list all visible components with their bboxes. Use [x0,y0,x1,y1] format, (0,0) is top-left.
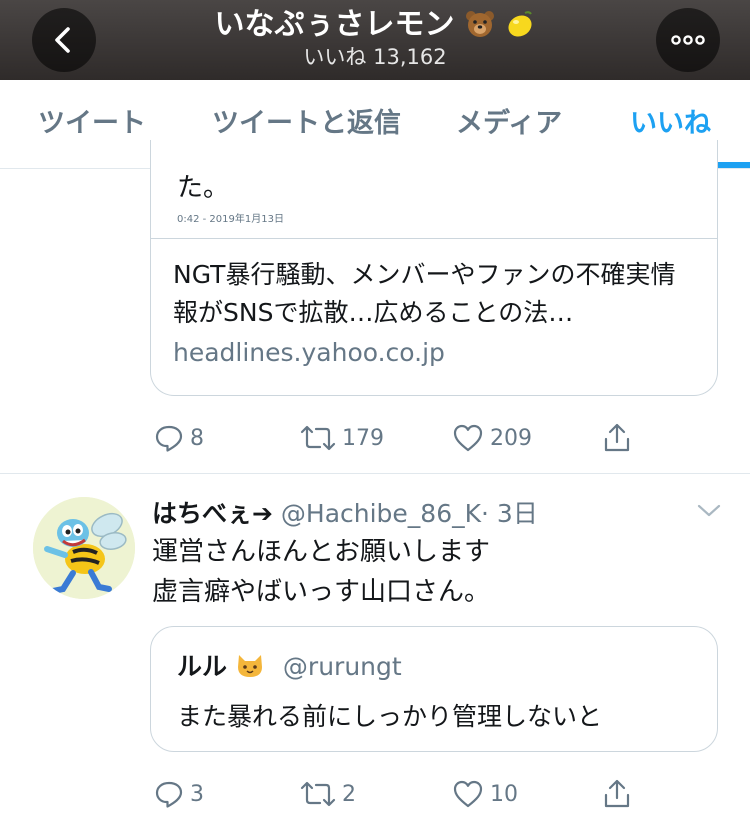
header-title-block: いなぷぅさレモン いいね 13,162 [130,6,620,70]
chevron-left-icon [55,27,70,53]
reply-count: 8 [190,425,204,451]
tab-tweets[interactable]: ツイート [38,80,146,168]
avatar[interactable] [33,497,135,599]
card-divider [151,238,717,239]
share-button[interactable] [602,774,632,814]
quoted-tweet-timestamp: 0:42 - 2019年1月13日 [177,214,284,225]
retweet-button[interactable]: 179 [300,418,384,458]
tweet-text-line: 運営さんほんとお願いします [152,537,491,567]
link-card-title[interactable]: NGT暴行騒動、メンバーやファンの不確実情報がSNSで拡散…広めることの法… [173,256,693,332]
cat-face-emoji [237,655,262,677]
quoted-tweet[interactable]: ルル @rurungt また暴れる前にしっかり管理しないと [150,626,718,752]
back-button[interactable] [32,8,96,72]
heart-icon [453,780,483,808]
display-name[interactable]: はちべぇ➔ [152,499,273,528]
profile-name-text: いなぷぅさレモン [214,7,455,42]
tweet-text: 運営さんほんとお願いします 虚言癖やばいっす山口さん。 [152,532,490,612]
profile-name: いなぷぅさレモン [130,6,620,44]
tweet-time: · 3日 [481,499,538,528]
bee-mascot-avatar-image [33,497,135,599]
like-count: 10 [490,781,518,807]
quoted-tweet-card[interactable]: た。 0:42 - 2019年1月13日 NGT暴行騒動、メンバーやファンの不確… [150,140,718,396]
reply-icon [155,425,183,452]
chevron-down-icon[interactable] [696,500,722,520]
link-card-domain: headlines.yahoo.co.jp [173,338,445,367]
like-button[interactable]: 10 [452,774,518,814]
reply-button[interactable]: 3 [154,774,204,814]
reply-button[interactable]: 8 [154,418,204,458]
bear-face-emoji [466,11,494,37]
retweet-count: 2 [342,781,356,807]
retweet-button[interactable]: 2 [300,774,356,814]
quoted-tweet-text: また暴れる前にしっかり管理しないと [177,702,603,731]
quoted-tweet-header: ルル @rurungt [177,647,402,683]
tweet-actions: 8 179 209 [150,418,650,458]
likes-count: いいね 13,162 [303,45,447,69]
reply-count: 3 [190,781,204,807]
profile-header: いなぷぅさレモン いいね 13,162 [0,0,750,80]
share-icon [604,779,630,808]
tweet-header: はちべぇ➔ @Hachibe_86_K· 3日 [152,494,538,530]
quoted-display-name: ルル [177,652,228,681]
retweet-icon [300,781,336,807]
lemon-emoji [508,11,533,37]
more-button[interactable] [656,8,720,72]
heart-icon [453,424,483,452]
like-count: 209 [490,425,532,451]
more-horizontal-icon [671,35,705,45]
tweet-actions: 3 2 10 [150,774,650,814]
quoted-tweet-text: た。 [177,173,230,203]
quoted-user-handle: @rurungt [282,652,402,681]
share-button[interactable] [602,418,632,458]
retweet-count: 179 [342,425,384,451]
tweet-text-line: 虚言癖やばいっす山口さん。 [152,577,491,607]
user-handle[interactable]: @Hachibe_86_K [281,499,481,528]
tweet-separator [0,473,750,474]
reply-icon [155,781,183,808]
retweet-icon [300,425,336,451]
share-icon [604,423,630,452]
like-button[interactable]: 209 [452,418,532,458]
